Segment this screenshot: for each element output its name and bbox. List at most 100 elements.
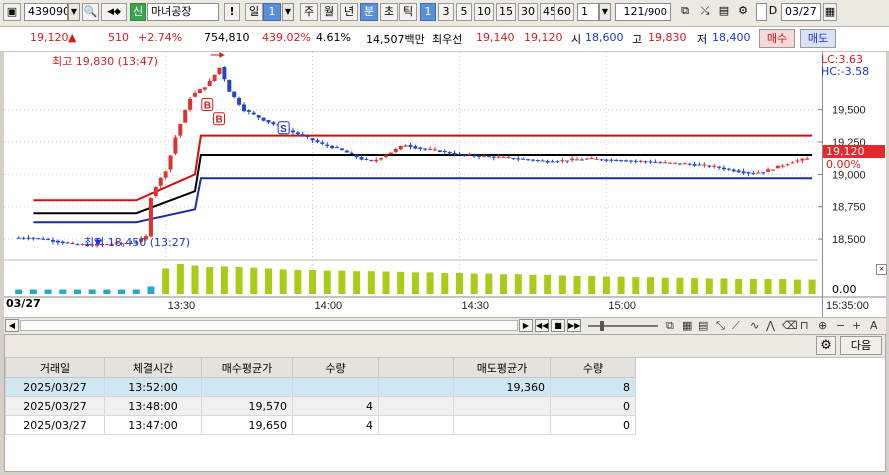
grid-icon[interactable]: ▦ [682,319,692,333]
candle-body [756,172,761,174]
candle-body [437,150,442,152]
save-icon[interactable]: ▤ [716,3,732,21]
volume-bar [118,289,126,294]
date-checkbox[interactable] [756,3,767,21]
price-chart[interactable]: 19,500 19,250 19,000 18,750 18,500 13:30 14:00… [4,52,887,317]
candle-body [251,112,256,115]
period-dropdown-icon[interactable]: ▼ [282,3,294,21]
period-year-button[interactable]: 년 [340,3,358,21]
interval-button-5[interactable]: 5 [456,3,472,21]
wave-icon[interactable]: ∿ [750,319,759,333]
volume-bar [749,279,757,294]
interval-button-60[interactable]: 60 [554,3,574,21]
stock-code-input[interactable]: 439090 [24,3,68,21]
candle-body [633,160,638,162]
next-button[interactable]: 다음 [840,336,882,355]
stop-icon[interactable]: ■ [551,319,565,332]
cell-time: 13:52:00 [104,377,202,397]
volume-bar [132,289,140,294]
candle-body [609,159,614,161]
calendar-icon[interactable]: ▦ [823,3,837,21]
speaker-icon[interactable]: ◀◆ [101,3,127,21]
search-icon[interactable]: 🔍 [82,3,99,21]
sell-button[interactable]: 매도 [800,29,836,48]
zoom-slider[interactable] [588,325,658,327]
rewind-icon[interactable]: ◀◀ [535,319,549,332]
window-menu-icon[interactable]: ▣ [3,3,21,21]
interval-button-3[interactable]: 3 [438,3,454,21]
candle-body [46,239,51,241]
chart-tools-icon[interactable]: ⧉ [676,3,694,21]
stock-name-field[interactable]: 마녀공장 [147,3,219,21]
period-day-button[interactable]: 일 [245,3,263,21]
candle-body [472,155,477,157]
compare-icon[interactable]: ⧉ [666,319,674,333]
zoom-icon[interactable]: ⊕ [818,319,827,333]
turnover-percent: 4.61% [316,31,351,44]
candle-body [325,144,330,146]
fibonacci-icon[interactable]: ⟋ [732,319,740,333]
scroll-left-icon[interactable]: ◀ [5,319,19,332]
table-icon[interactable]: ▤ [698,319,708,333]
table-row[interactable]: 2025/03/27 13:52:00 19,360 8 [5,377,636,397]
candle-body [305,135,310,137]
period-week-button[interactable]: 주 [300,3,318,21]
pattern-icon[interactable]: ⋀ [766,319,775,333]
draw-line-icon[interactable]: ⤡ [716,319,725,333]
zoom-out-icon[interactable]: − [836,319,845,333]
multiplier-input[interactable]: 1 [577,3,599,21]
open-price: 18,600 [585,31,624,44]
candle-body [805,158,810,160]
stock-code-dropdown-icon[interactable]: ▼ [68,3,80,21]
candle-body [545,160,550,163]
candle-body [619,160,624,162]
volume-pane-close-icon[interactable]: × [876,264,887,275]
candle-body [50,239,55,242]
candle-body [384,155,389,157]
count-field[interactable]: 121/900 [615,3,671,21]
candle-body [432,149,437,151]
period-second-button[interactable]: 초 [380,3,398,21]
table-row[interactable]: 2025/03/27 13:48:00 19,570 4 0 [5,396,636,416]
candle-body [428,148,433,150]
volume-bar [279,269,287,294]
gear-icon[interactable]: ⚙ [734,3,752,21]
interval-button-10[interactable]: 10 [474,3,494,21]
candle-body [575,159,580,161]
period-tick-button[interactable]: 틱 [399,3,417,21]
date-input[interactable]: 03/27 [781,3,821,21]
magnet-icon[interactable]: ⊓ [800,319,809,333]
candle-body [379,158,384,160]
candle-body [310,138,315,141]
chart-canvas[interactable]: 19,50019,25019,00018,75018,50013:30 14:00… [4,52,886,317]
candle-body [628,160,633,162]
interval-button-1[interactable]: 1 [420,3,436,21]
period-month-button[interactable]: 월 [320,3,338,21]
table-row[interactable]: 2025/03/27 13:47:00 19,650 4 0 [5,415,636,435]
multiplier-dropdown-icon[interactable]: ▼ [599,3,611,21]
candle-body [692,164,697,166]
buy-button[interactable]: 매수 [759,29,795,48]
settings-gear-icon[interactable]: ⚙ [816,336,836,355]
warning-button[interactable]: ! [224,3,240,21]
zoom-in-icon[interactable]: + [852,319,861,333]
trend-line-icon[interactable]: ⤯ [696,3,714,21]
scroll-right-icon[interactable]: ▶ [519,319,533,332]
current-price: 19,120 [30,31,69,44]
candle-body [780,165,785,167]
font-size-icon[interactable]: A [870,319,878,333]
scroll-track[interactable] [20,320,518,331]
fast-forward-icon[interactable]: ▶▶ [567,319,581,332]
eraser-icon[interactable]: ⌫ [782,319,798,333]
zoom-slider-thumb[interactable] [600,321,604,331]
period-day-count[interactable]: 1 [263,3,281,21]
interval-button-30[interactable]: 30 [518,3,538,21]
candle-body [579,159,584,161]
candle-body [65,242,70,244]
period-minute-button[interactable]: 분 [360,3,378,21]
volume-bar [558,275,566,294]
interval-button-15[interactable]: 15 [496,3,516,21]
x-tick-label: 13:30 [168,300,196,312]
candle-body [393,148,398,152]
high-annotation: 최고 19,830 (13:47) [52,55,159,68]
